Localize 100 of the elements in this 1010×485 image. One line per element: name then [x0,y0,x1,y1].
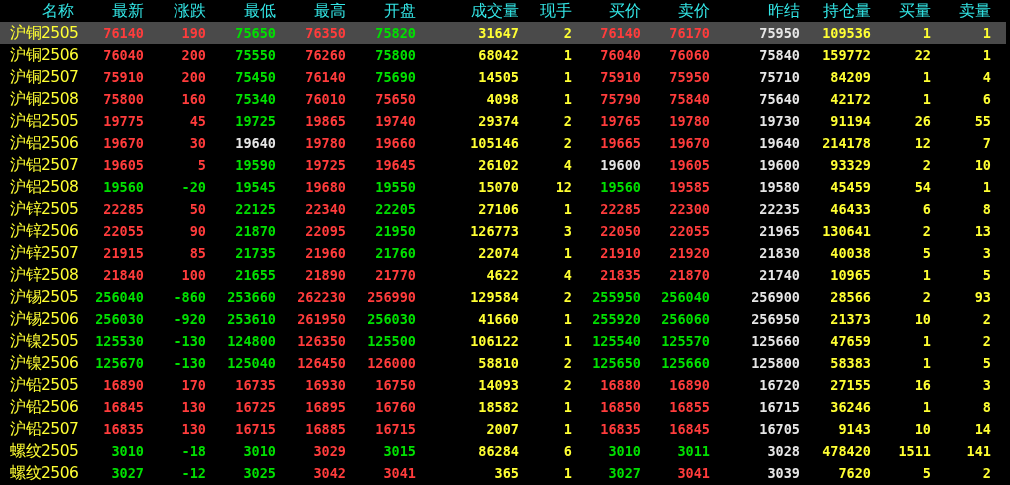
table-cell-text: 1 [562,333,572,349]
table-cell-text: 16715 [234,421,276,437]
table-cell-text: 16715 [374,421,416,437]
table-cell-text: 40038 [829,245,871,261]
table-cell-text: 3 [981,377,991,393]
table-cell-text: 1 [562,421,572,437]
quote-row[interactable]: 沪铅2506 16845 130 16725 16895 16760 18582 1 16850 16855 16715 36246 1 8 [0,396,1006,418]
table-cell-text: 75820 [374,25,416,41]
table-cell-text: -20 [180,179,206,195]
table-cell-text: 50 [188,201,206,217]
column-header[interactable]: 买量 [871,0,931,22]
table-cell-text: 478420 [821,443,871,459]
table-cell-text: 22285 [599,201,641,217]
table-cell-text: 100 [180,267,206,283]
table-cell-text: 3041 [676,465,710,481]
table-cell-text: 22235 [758,201,800,217]
quote-row[interactable]: 沪锌2507 21915 85 21735 21960 21760 22074 1 21910 21920 21830 40038 5 3 [0,242,1006,264]
table-cell-text: 2 [562,377,572,393]
table-cell-text: 3041 [382,465,416,481]
quote-row[interactable]: 沪铅2505 16890 170 16735 16930 16750 14093 2 16880 16890 16720 27155 16 3 [0,374,1006,396]
quote-row[interactable]: 沪铜2507 75910 200 75450 76140 75690 14505 1 75910 75950 75710 84209 1 4 [0,66,1006,88]
quote-row[interactable]: 沪铜2505 76140 190 75650 76350 75820 31647 2 76140 76170 75950 109536 1 1 [0,22,1006,44]
quote-row[interactable]: 螺纹2505 3010 -18 3010 3029 3015 86284 6 3010 3011 3028 478420 1511 141 [0,440,1006,462]
quote-row[interactable]: 螺纹2506 3027 -12 3025 3042 3041 365 1 3027 3041 3039 7620 5 2 [0,462,1006,484]
quote-row[interactable]: 沪锌2506 22055 90 21870 22095 21950 126773 3 22050 22055 21965 130641 2 13 [0,220,1006,242]
table-cell-text: 4 [562,157,572,173]
quote-row[interactable]: 沪铝2505 19775 45 19725 19865 19740 29374 2 19765 19780 19730 91194 26 55 [0,110,1006,132]
table-cell-text: 76140 [599,25,641,41]
table-cell-text: 19600 [758,157,800,173]
table-cell-text: 10965 [829,267,871,283]
table-cell-text: 16720 [758,377,800,393]
table-cell-text: -130 [172,333,206,349]
table-cell-text: 75910 [599,69,641,85]
quote-row[interactable]: 沪锌2505 22285 50 22125 22340 22205 27106 1 22285 22300 22235 46433 6 8 [0,198,1006,220]
column-header[interactable]: 持仓量 [800,0,871,22]
table-cell-text: 21915 [102,245,144,261]
table-cell-text: 16930 [304,377,346,393]
table-cell-text: 8 [981,399,991,415]
table-cell-text: 75710 [758,69,800,85]
column-header[interactable]: 涨跌 [144,0,206,22]
table-cell-text: 125540 [591,333,641,349]
table-cell-text: 1 [981,47,991,63]
quote-row[interactable]: 沪锡2505 256040 -860 253660 262230 256990 129584 2 255950 256040 256900 28566 2 93 [0,286,1006,308]
column-header[interactable]: 最高 [276,0,346,22]
table-cell-text: 16890 [102,377,144,393]
table-cell-text: 1 [562,47,572,63]
quote-row[interactable]: 沪锌2508 21840 100 21655 21890 21770 4622 4 21835 21870 21740 10965 1 5 [0,264,1006,286]
column-header[interactable]: 开盘 [346,0,416,22]
table-cell-text: 1 [921,333,931,349]
table-cell-text: 19580 [758,179,800,195]
column-header[interactable]: 名称 [0,0,74,22]
table-cell-text: 124800 [226,333,276,349]
table-cell-text: 16880 [599,377,641,393]
column-header[interactable]: 成交量 [416,0,519,22]
column-header[interactable]: 最新 [74,0,144,22]
quote-row[interactable]: 沪铜2508 75800 160 75340 76010 75650 4098 1 75790 75840 75640 42172 1 6 [0,88,1006,110]
quote-row[interactable]: 沪铝2506 19670 30 19640 19780 19660 105146 2 19665 19670 19640 214178 12 7 [0,132,1006,154]
table-cell-text: 3028 [766,443,800,459]
table-cell-text: 22050 [599,223,641,239]
quote-row[interactable]: 沪铝2507 19605 5 19590 19725 19645 26102 4 19600 19605 19600 93329 2 10 [0,154,1006,176]
quote-row[interactable]: 沪铅2507 16835 130 16715 16885 16715 2007 1 16835 16845 16705 9143 10 14 [0,418,1006,440]
table-cell-text: 170 [180,377,206,393]
table-cell-text: 21655 [234,267,276,283]
table-cell-text: 22300 [668,201,710,217]
table-cell-text: 75950 [758,25,800,41]
table-cell-text: 19665 [599,135,641,151]
table-cell-text: 75800 [102,91,144,107]
table-cell-text: 130641 [821,223,871,239]
table-cell-text: 256030 [366,311,416,327]
table-cell-text: 365 [493,465,519,481]
table-cell-text: 16725 [234,399,276,415]
table-cell-text: 27155 [829,377,871,393]
quote-row[interactable]: 沪镍2505 125530 -130 124800 126350 125500 106122 1 125540 125570 125660 47659 1 2 [0,330,1006,352]
table-cell-text: 125660 [750,333,800,349]
column-header[interactable]: 卖价 [641,0,710,22]
table-cell-text: 125800 [750,355,800,371]
column-header[interactable]: 买价 [572,0,641,22]
quote-row[interactable]: 沪铜2506 76040 200 75550 76260 75800 68042 1 76040 76060 75840 159772 22 1 [0,44,1006,66]
table-cell-text: 125500 [366,333,416,349]
quote-row[interactable]: 沪镍2506 125670 -130 125040 126450 126000 58810 2 125650 125660 125800 58383 1 5 [0,352,1006,374]
table-cell-text: 190 [180,25,206,41]
table-cell-text: 58810 [477,355,519,371]
table-cell-text: 45 [188,113,206,129]
table-cell-text: 16845 [668,421,710,437]
table-cell-text: 10 [973,157,991,173]
table-cell-text: 2 [981,333,991,349]
table-cell-text: 253660 [226,289,276,305]
column-header[interactable]: 最低 [206,0,276,22]
quote-row[interactable]: 沪锡2506 256030 -920 253610 261950 256030 41660 1 255920 256060 256950 21373 10 2 [0,308,1006,330]
column-header[interactable]: 卖量 [931,0,991,22]
table-cell-text: 93329 [829,157,871,173]
table-cell-text: 1511 [897,443,931,459]
column-header[interactable]: 现手 [519,0,572,22]
table-cell-text: 125670 [94,355,144,371]
table-cell-text: 19775 [102,113,144,129]
column-header[interactable]: 昨结 [710,0,800,22]
quote-row[interactable]: 沪铝2508 19560 -20 19545 19680 19550 15070 12 19560 19585 19580 45459 54 1 [0,176,1006,198]
table-cell-text: 19740 [374,113,416,129]
table-cell-text: 14093 [477,377,519,393]
table-cell-text: 3010 [607,443,641,459]
